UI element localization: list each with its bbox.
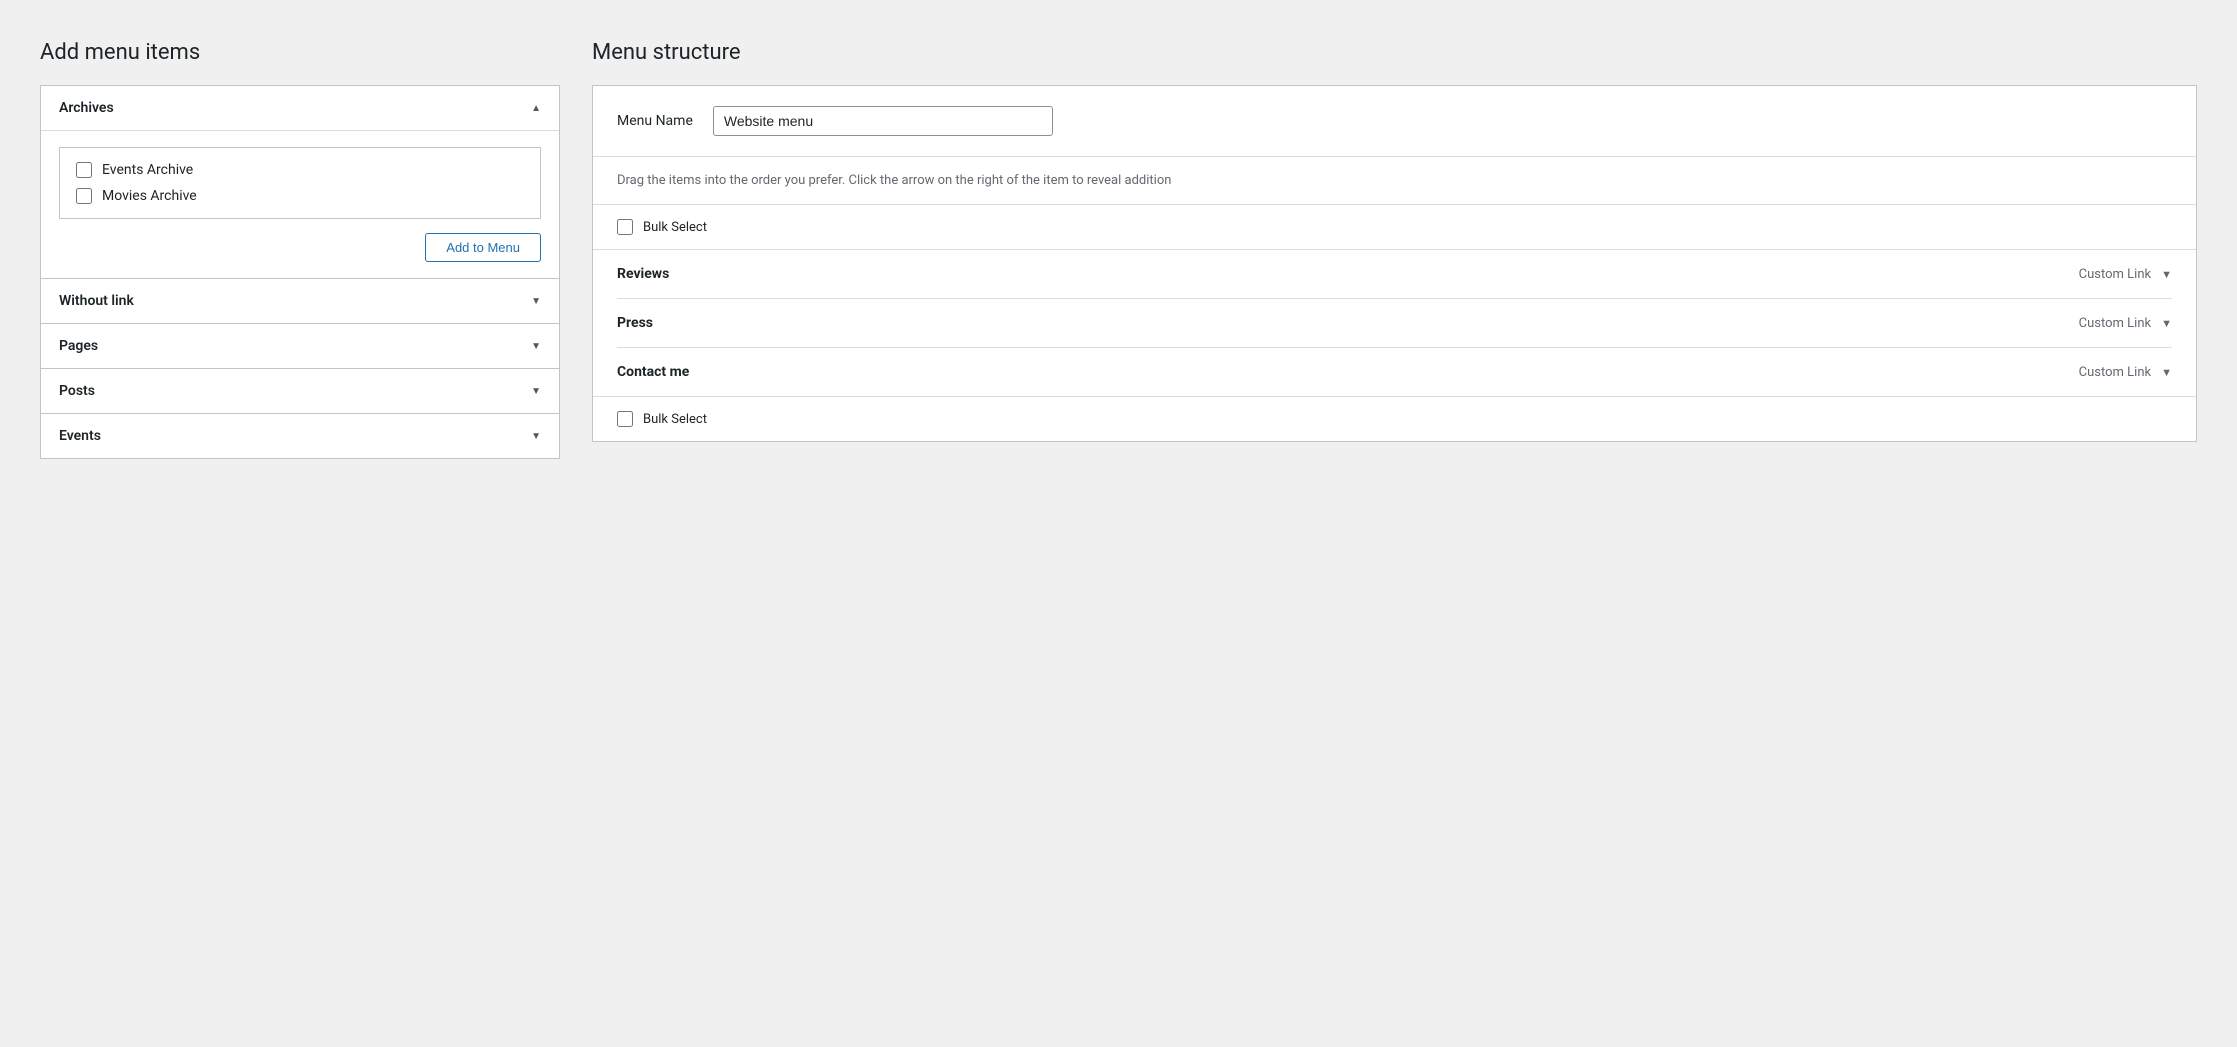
right-panel: Menu structure Menu Name Drag the items … [592,40,2197,1007]
accordion-item-without-link: Without link ▼ [41,279,559,324]
bulk-select-top-checkbox[interactable] [617,219,633,235]
table-row: Contact me Custom Link ▼ [617,348,2172,396]
without-link-label: Without link [59,293,134,309]
menu-name-label: Menu Name [617,113,693,129]
contact-me-item-name: Contact me [617,364,689,380]
contact-me-item-right: Custom Link ▼ [2079,365,2172,380]
events-archive-checkbox[interactable] [76,162,92,178]
events-label: Events [59,428,101,444]
bulk-select-top-row: Bulk Select [593,205,2196,250]
movies-archive-item: Movies Archive [76,188,524,204]
press-item-right: Custom Link ▼ [2079,316,2172,331]
bulk-select-bottom-label: Bulk Select [643,412,707,427]
press-chevron-icon[interactable]: ▼ [2161,317,2172,330]
accordion-item-pages: Pages ▼ [41,324,559,369]
events-arrow: ▼ [531,431,541,442]
accordion-item-events: Events ▼ [41,414,559,458]
contact-me-item-type: Custom Link [2079,365,2151,380]
archives-checkbox-list: Events Archive Movies Archive [59,147,541,219]
press-item-name: Press [617,315,653,331]
left-panel: Add menu items Archives ▲ Events Archive [40,40,560,1007]
accordion-header-pages[interactable]: Pages ▼ [41,324,559,368]
reviews-item-type: Custom Link [2079,267,2151,282]
press-item-type: Custom Link [2079,316,2151,331]
add-menu-items-title: Add menu items [40,40,560,65]
contact-me-chevron-icon[interactable]: ▼ [2161,366,2172,379]
menu-structure-title: Menu structure [592,40,2197,65]
pages-arrow: ▼ [531,341,541,352]
events-archive-label[interactable]: Events Archive [102,162,193,178]
reviews-item-name: Reviews [617,266,669,282]
menu-structure-box: Menu Name Drag the items into the order … [592,85,2197,442]
accordion-header-without-link[interactable]: Without link ▼ [41,279,559,323]
reviews-chevron-icon[interactable]: ▼ [2161,268,2172,281]
accordion-header-posts[interactable]: Posts ▼ [41,369,559,413]
add-to-menu-button[interactable]: Add to Menu [425,233,541,262]
table-row: Reviews Custom Link ▼ [617,250,2172,299]
bulk-select-bottom-checkbox[interactable] [617,411,633,427]
accordion-header-events[interactable]: Events ▼ [41,414,559,458]
table-row: Press Custom Link ▼ [617,299,2172,348]
menu-name-row: Menu Name [593,86,2196,157]
accordion: Archives ▲ Events Archive Movies Archive [40,85,560,459]
accordion-item-posts: Posts ▼ [41,369,559,414]
bulk-select-top-label: Bulk Select [643,220,707,235]
menu-name-input[interactable] [713,106,1053,136]
events-archive-item: Events Archive [76,162,524,178]
posts-label: Posts [59,383,95,399]
menu-instructions: Drag the items into the order you prefer… [593,157,2196,205]
accordion-header-archives[interactable]: Archives ▲ [41,86,559,130]
accordion-item-archives: Archives ▲ Events Archive Movies Archive [41,86,559,279]
without-link-arrow: ▼ [531,296,541,307]
movies-archive-label[interactable]: Movies Archive [102,188,197,204]
archives-label: Archives [59,100,114,116]
bulk-select-bottom-row: Bulk Select [593,396,2196,441]
archives-body: Events Archive Movies Archive Add to Men… [41,130,559,278]
movies-archive-checkbox[interactable] [76,188,92,204]
menu-items-list: Reviews Custom Link ▼ Press Custom Link … [593,250,2196,396]
reviews-item-right: Custom Link ▼ [2079,267,2172,282]
archives-arrow: ▲ [531,103,541,114]
posts-arrow: ▼ [531,386,541,397]
pages-label: Pages [59,338,98,354]
